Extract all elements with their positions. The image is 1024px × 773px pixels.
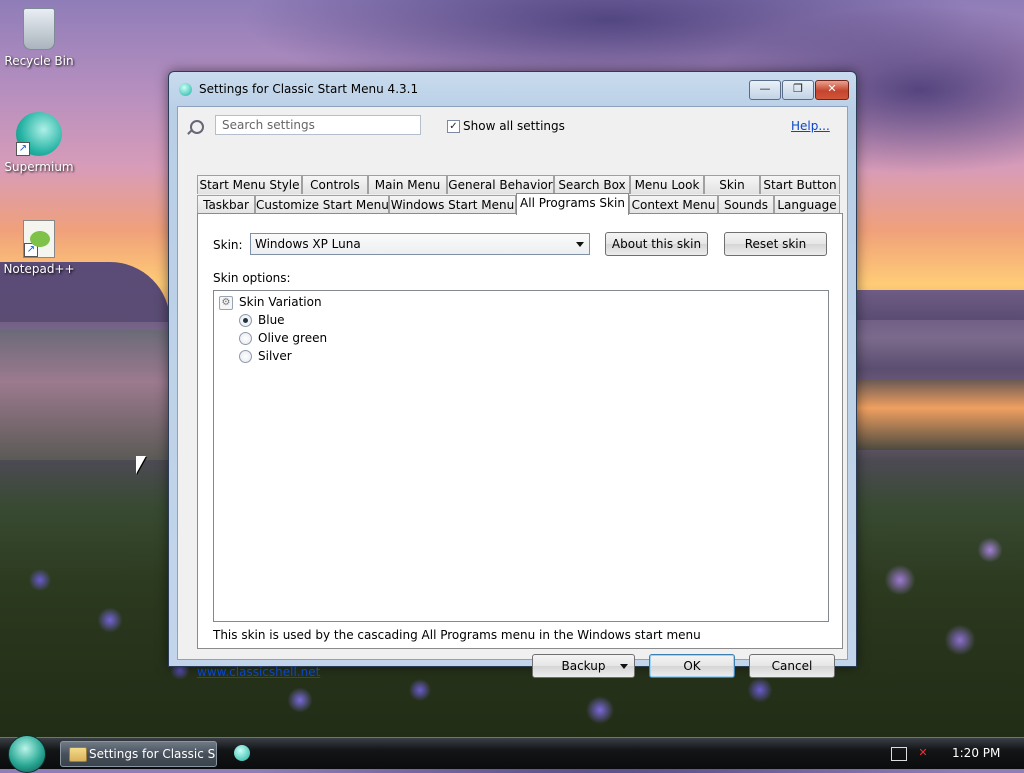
backup-button[interactable]: Backup bbox=[532, 654, 635, 678]
tab-panel-all-programs-skin: Skin: Windows XP Luna About this skin Re… bbox=[197, 213, 843, 649]
skin-select[interactable]: Windows XP Luna bbox=[250, 233, 590, 255]
cancel-button[interactable]: Cancel bbox=[749, 654, 835, 678]
wallpaper-lake bbox=[0, 330, 170, 460]
chevron-down-icon bbox=[576, 242, 584, 247]
desktop-icon-label: Recycle Bin bbox=[4, 54, 74, 68]
notepad-plus-plus-icon: ↗ bbox=[23, 220, 55, 258]
title-bar[interactable]: Settings for Classic Start Menu 4.3.1 — … bbox=[169, 72, 856, 106]
tab-general-behavior[interactable]: General Behavior bbox=[447, 175, 554, 194]
minimize-button[interactable]: — bbox=[749, 80, 781, 100]
ok-button[interactable]: OK bbox=[649, 654, 735, 678]
tab-skin[interactable]: Skin bbox=[704, 175, 760, 194]
search-input[interactable] bbox=[215, 115, 421, 135]
wallpaper-lake bbox=[855, 380, 1024, 450]
skin-variation-title: Skin Variation bbox=[239, 295, 322, 309]
tab-controls[interactable]: Controls bbox=[302, 175, 368, 194]
tab-start-button[interactable]: Start Button bbox=[760, 175, 840, 194]
skin-options-label: Skin options: bbox=[213, 271, 291, 285]
tab-main-menu[interactable]: Main Menu bbox=[368, 175, 447, 194]
start-button[interactable] bbox=[8, 735, 46, 773]
settings-window: Settings for Classic Start Menu 4.3.1 — … bbox=[168, 71, 857, 679]
skin-select-value: Windows XP Luna bbox=[255, 237, 361, 251]
maximize-button[interactable]: ❐ bbox=[782, 80, 814, 100]
skin-description: This skin is used by the cascading All P… bbox=[213, 628, 701, 642]
mouse-pointer-icon bbox=[136, 456, 146, 474]
network-icon[interactable] bbox=[891, 747, 907, 761]
tab-language[interactable]: Language bbox=[774, 195, 840, 214]
recycle-bin-icon bbox=[23, 8, 55, 50]
tab-search-box[interactable]: Search Box bbox=[554, 175, 630, 194]
tab-taskbar[interactable]: Taskbar bbox=[197, 195, 255, 214]
desktop-icon-label: Supermium bbox=[4, 160, 74, 174]
radio-olive-green[interactable] bbox=[239, 332, 252, 345]
chevron-down-icon bbox=[620, 664, 628, 669]
tab-customize-start-menu[interactable]: Customize Start Menu bbox=[255, 195, 389, 214]
tab-menu-look[interactable]: Menu Look bbox=[630, 175, 704, 194]
tab-sounds[interactable]: Sounds bbox=[718, 195, 774, 214]
classic-shell-icon bbox=[179, 83, 192, 96]
taskbar-item-settings[interactable]: Settings for Classic S... bbox=[60, 741, 217, 767]
taskbar-item-label: Settings for Classic S... bbox=[89, 747, 217, 761]
radio-blue[interactable] bbox=[239, 314, 252, 327]
tab-windows-start-menu[interactable]: Windows Start Menu bbox=[389, 195, 516, 214]
radio-label-silver[interactable]: Silver bbox=[258, 349, 292, 363]
show-all-settings-label[interactable]: Show all settings bbox=[463, 119, 565, 133]
show-all-settings-checkbox[interactable]: ✓ bbox=[447, 120, 460, 133]
supermium-quicklaunch-icon[interactable] bbox=[234, 745, 250, 761]
desktop-icon-recycle-bin[interactable]: Recycle Bin bbox=[1, 8, 77, 68]
skin-options-tree: ⚙ Skin Variation Blue Olive green Silver bbox=[213, 290, 829, 622]
clock[interactable]: 1:20 PM bbox=[952, 746, 1000, 760]
tab-start-menu-style[interactable]: Start Menu Style bbox=[197, 175, 302, 194]
skin-label: Skin: bbox=[213, 238, 243, 252]
reset-skin-button[interactable]: Reset skin bbox=[724, 232, 827, 256]
search-icon bbox=[190, 120, 204, 134]
radio-label-olive-green[interactable]: Olive green bbox=[258, 331, 327, 345]
wallpaper-hill bbox=[855, 290, 1024, 320]
tab-all-programs-skin[interactable]: All Programs Skin bbox=[516, 193, 629, 215]
folder-icon bbox=[69, 747, 87, 762]
shortcut-arrow-icon: ↗ bbox=[16, 142, 30, 156]
close-button[interactable]: ✕ bbox=[815, 80, 849, 100]
radio-label-blue[interactable]: Blue bbox=[258, 313, 285, 327]
desktop-icon-label: Notepad++ bbox=[3, 262, 75, 276]
volume-muted-icon[interactable]: ✕ bbox=[916, 747, 930, 759]
desktop-icon-supermium[interactable]: ↗ Supermium bbox=[1, 112, 77, 174]
backup-button-label: Backup bbox=[561, 659, 606, 673]
taskbar: Settings for Classic S... ✕ 1:20 PM bbox=[0, 735, 1024, 773]
tab-context-menu[interactable]: Context Menu bbox=[629, 195, 718, 214]
classicshell-website-link[interactable]: www.classicshell.net bbox=[197, 665, 320, 679]
radio-silver[interactable] bbox=[239, 350, 252, 363]
window-title: Settings for Classic Start Menu 4.3.1 bbox=[199, 82, 419, 96]
dialog-client-area: ✓ Show all settings Help... Start Menu S… bbox=[177, 106, 848, 679]
settings-group-icon: ⚙ bbox=[219, 296, 233, 310]
help-link[interactable]: Help... bbox=[791, 119, 830, 133]
desktop-icon-notepad-plus-plus[interactable]: ↗ Notepad++ bbox=[1, 220, 77, 276]
shortcut-arrow-icon: ↗ bbox=[24, 243, 38, 257]
supermium-icon: ↗ bbox=[16, 112, 62, 156]
about-skin-button[interactable]: About this skin bbox=[605, 232, 708, 256]
